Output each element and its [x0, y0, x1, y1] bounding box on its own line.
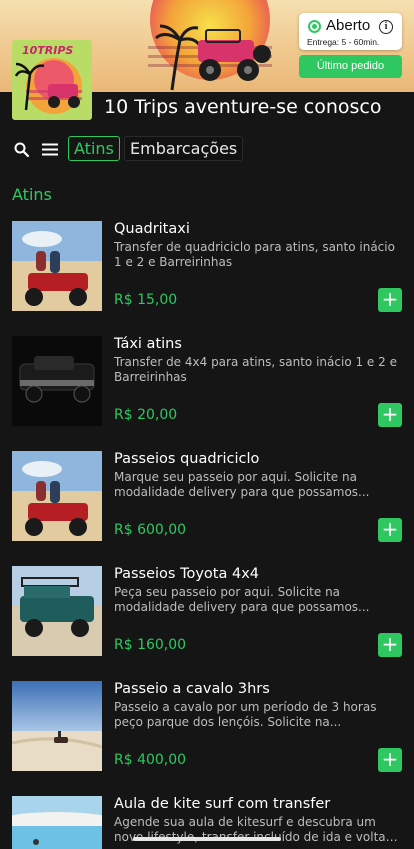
product-name: Passeios quadriciclo: [114, 451, 260, 467]
tab-embarcacoes[interactable]: Embarcações: [124, 136, 244, 161]
product-name: Aula de kite surf com transfer: [114, 796, 331, 812]
add-button[interactable]: +: [378, 518, 402, 542]
product-image: [12, 336, 102, 426]
product-price: R$ 160,00: [114, 637, 187, 653]
product-price: R$ 15,00: [114, 292, 178, 308]
menu-icon[interactable]: [42, 143, 58, 156]
product-item[interactable]: Passeio a cavalo 3hrs Passeio a cavalo p…: [0, 681, 414, 796]
product-item[interactable]: Quadritaxi Transfer de quadriciclo para …: [0, 221, 414, 336]
product-image: [12, 451, 102, 541]
product-price: R$ 400,00: [114, 752, 187, 768]
product-image: [12, 221, 102, 311]
product-image: [12, 566, 102, 656]
add-button[interactable]: +: [378, 633, 402, 657]
status-open-indicator: [308, 20, 321, 33]
status-title: Aberto: [326, 17, 371, 34]
tab-atins[interactable]: Atins: [68, 136, 120, 161]
home-indicator[interactable]: [133, 837, 281, 841]
section-title: Atins: [12, 185, 52, 204]
product-name: Táxi atins: [114, 336, 182, 352]
product-item[interactable]: Passeios quadriciclo Marque seu passeio …: [0, 451, 414, 566]
svg-text:10TRIPS: 10TRIPS: [22, 44, 73, 57]
add-button[interactable]: +: [378, 748, 402, 772]
add-button[interactable]: +: [378, 288, 402, 312]
product-image: [12, 681, 102, 771]
product-item[interactable]: Passeios Toyota 4x4 Peça seu passeio por…: [0, 566, 414, 681]
search-icon[interactable]: [14, 142, 29, 157]
store-logo: 10TRIPS: [12, 40, 92, 120]
product-description: Passeio a cavalo por um período de 3 hor…: [114, 700, 377, 729]
product-item[interactable]: Táxi atins Transfer de 4x4 para atins, s…: [0, 336, 414, 451]
info-icon[interactable]: i: [379, 20, 393, 34]
last-order-button[interactable]: Último pedido: [299, 55, 402, 78]
product-image: [12, 796, 102, 849]
product-name: Quadritaxi: [114, 221, 190, 237]
product-item[interactable]: Aula de kite surf com transfer Agende su…: [0, 796, 414, 849]
product-description: Peça seu passeio por aqui. Solicite na m…: [114, 585, 370, 614]
product-description: Marque seu passeio por aqui. Solicite na…: [114, 470, 370, 499]
product-name: Passeios Toyota 4x4: [114, 566, 259, 582]
delivery-time-text: Entrega: 5 - 60min.: [307, 37, 380, 47]
banner-jeep-illustration: [155, 24, 271, 91]
store-name: 10 Trips aventure-se conosco: [104, 96, 382, 118]
product-description: Transfer de quadriciclo para atins, sant…: [114, 240, 395, 269]
product-name: Passeio a cavalo 3hrs: [114, 681, 270, 697]
product-price: R$ 600,00: [114, 522, 187, 538]
product-description: Transfer de 4x4 para atins, santo inácio…: [114, 355, 397, 384]
store-status-card: Aberto i Entrega: 5 - 60min.: [299, 13, 402, 50]
add-button[interactable]: +: [378, 403, 402, 427]
product-price: R$ 20,00: [114, 407, 178, 423]
